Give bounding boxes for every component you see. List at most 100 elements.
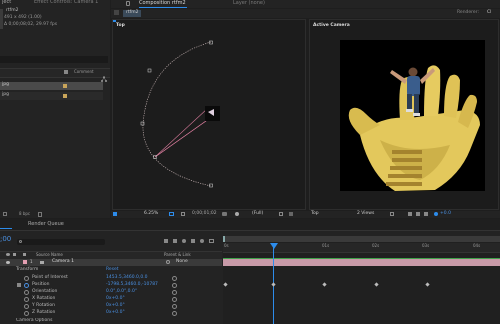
bit-depth-button[interactable]: 8 bpc [19,212,30,216]
3d-view-select[interactable]: Top [311,211,319,217]
label-color-swatch[interactable] [63,84,67,88]
property-row[interactable]: Z Rotation 0x+0.0° [0,310,222,317]
stopwatch-icon[interactable] [24,276,29,281]
col-source-name[interactable]: Source Name [36,253,63,257]
layer-duration-bar[interactable] [223,259,500,266]
expression-pickwhip-icon[interactable] [172,304,177,309]
tab-layer[interactable]: Layer (none) [233,1,265,6]
draft-3d-icon[interactable] [173,239,177,243]
interpret-footage-icon[interactable] [3,212,7,216]
layer-name[interactable]: Camera 1 [52,259,74,265]
transform-group-row[interactable]: Transform Reset [0,267,222,274]
playhead-handle[interactable] [270,243,278,249]
time-graph[interactable]: 0s 01s 02s 03s 04s [223,236,500,324]
tab-effect-controls[interactable]: Effect Controls: Camera 1 [34,0,98,5]
flowchart-icon[interactable] [101,76,107,82]
region-of-interest-icon[interactable] [279,212,283,216]
list-item[interactable]: jpg [0,92,103,100]
lock-icon[interactable] [126,1,130,6]
eye-icon[interactable] [6,253,10,256]
time-ruler[interactable]: 0s 01s 02s 03s 04s [223,243,500,253]
expression-pickwhip-icon[interactable] [172,276,177,281]
camera-options-label[interactable]: Camera Options [16,318,52,324]
comp-mini-flowchart-icon[interactable] [164,239,168,243]
reset-link[interactable]: Reset [106,267,119,273]
property-value[interactable]: 0x+0.0° [106,310,125,316]
property-row[interactable]: X Rotation 0x+0.0° [0,296,222,303]
list-item[interactable]: jpg [0,82,103,90]
resolution-select[interactable]: (Full) [252,211,263,217]
delete-icon[interactable] [38,212,42,217]
keyframe[interactable] [271,282,276,287]
transform-label[interactable]: Transform [16,267,38,273]
parent-pickwhip-icon[interactable] [166,260,170,264]
keyframe-nav-icon[interactable] [17,283,21,287]
property-value[interactable]: 1453.5,3460.0,0.0 [106,275,148,281]
project-search[interactable] [0,56,108,63]
audio-icon[interactable] [13,253,16,256]
property-row[interactable]: Point of Interest 1453.5,3460.0,0.0 [0,275,222,282]
eye-icon[interactable] [6,261,10,264]
always-preview-icon[interactable] [113,212,117,216]
zoom-select[interactable]: 6.25% [144,211,158,217]
parent-select[interactable]: None [176,259,188,265]
top-view-viewport[interactable]: Top [112,19,306,210]
color-channel-icon[interactable] [235,212,239,216]
breadcrumb[interactable]: rtfm2 [123,10,142,17]
motion-blur-icon[interactable] [200,239,204,243]
current-time-display[interactable]: ;00 [0,236,11,243]
graph-editor-icon[interactable] [209,239,214,243]
current-timecode[interactable]: 0;00;01;02 [192,211,217,217]
stopwatch-icon[interactable] [24,297,29,302]
layer-row[interactable]: 1 Camera 1 None [0,259,222,266]
keyframe[interactable] [374,282,379,287]
tab-composition[interactable]: Composition rtfm2 [139,1,186,6]
grid-icon[interactable] [181,212,185,216]
shy-icon[interactable] [182,239,186,243]
exposure-value[interactable]: +0.0 [440,211,451,217]
work-area-start[interactable] [223,236,225,242]
stopwatch-icon[interactable] [24,290,29,295]
col-parent-link[interactable]: Parent & Link [164,253,191,257]
property-value[interactable]: 0x+0.0° [106,296,125,302]
label-color-swatch[interactable] [23,260,27,264]
renderer-value[interactable]: Cl [487,10,491,16]
keyframe[interactable] [322,282,327,287]
timeline-icon[interactable] [416,212,420,216]
expression-pickwhip-icon[interactable] [172,311,177,316]
expression-pickwhip-icon[interactable] [172,297,177,302]
toggle-pixel-aspect-icon[interactable] [390,212,394,216]
snapshot-icon[interactable] [222,212,227,216]
property-value[interactable]: 0.0°,0.0°,0.0° [106,289,137,295]
expression-pickwhip-icon[interactable] [172,290,177,295]
views-layout-select[interactable]: 2 Views [357,211,374,217]
camera-options-row[interactable]: Camera Options [0,318,222,324]
active-camera-viewport[interactable]: Active Camera [309,19,499,210]
label-color-swatch[interactable] [63,94,67,98]
frame-blending-icon[interactable] [191,239,195,243]
magnification-select[interactable] [129,211,132,214]
flowchart-icon[interactable] [424,212,428,216]
stopwatch-icon[interactable] [24,304,29,309]
exposure-icon[interactable] [434,212,438,216]
fast-previews-icon[interactable] [408,212,412,216]
keyframe[interactable] [425,282,430,287]
stopwatch-icon[interactable] [24,311,29,316]
label-column-icon[interactable] [23,253,26,256]
comp-flow-icon[interactable] [114,10,119,15]
tab-project[interactable]: ject [2,0,11,5]
transparency-grid-icon[interactable] [289,212,293,216]
layer-search[interactable] [17,239,105,245]
expression-pickwhip-icon[interactable] [172,283,177,288]
property-value[interactable]: 0x+0.0° [106,303,125,309]
property-row[interactable]: Position -1798.5,3460.0,-10787 [0,282,222,289]
property-value[interactable]: -1798.5,3460.0,-10787 [106,282,158,288]
keyframe[interactable] [223,282,228,287]
property-row[interactable]: Y Rotation 0x+0.0° [0,303,222,310]
fit-icon[interactable] [169,212,174,216]
property-name: X Rotation [32,296,56,301]
property-row[interactable]: Orientation 0.0°,0.0°,0.0° [0,289,222,296]
work-area-bar[interactable] [223,236,500,242]
tab-render-queue[interactable]: Render Queue [28,222,64,227]
stopwatch-icon[interactable] [24,283,29,288]
